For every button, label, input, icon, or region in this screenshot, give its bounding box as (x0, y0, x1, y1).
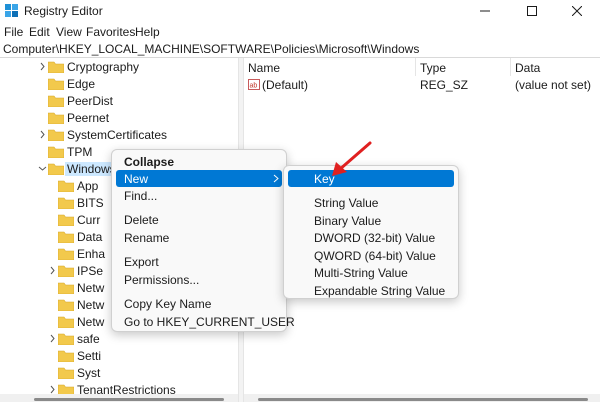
address-path: Computer\HKEY_LOCAL_MACHINE\SOFTWARE\Pol… (3, 42, 420, 56)
menu-item-permissions[interactable]: Permissions... (116, 271, 282, 288)
address-bar[interactable]: Computer\HKEY_LOCAL_MACHINE\SOFTWARE\Pol… (0, 40, 600, 58)
folder-icon (48, 61, 64, 73)
menu-favorites[interactable]: Favorites (86, 25, 135, 39)
chevron-down-icon (38, 166, 47, 171)
chevron-right-icon (40, 62, 45, 71)
menu-item-collapse[interactable]: Collapse (116, 153, 282, 170)
folder-icon (58, 197, 74, 209)
menu-bar: File Edit View Favorites Help (0, 22, 600, 40)
folder-icon (58, 333, 74, 345)
new-submenu: Key String Value Binary Value DWORD (32-… (283, 165, 459, 299)
folder-icon (58, 265, 74, 277)
chevron-right-icon (40, 130, 45, 139)
value-data: (value not set) (515, 78, 592, 92)
close-button[interactable] (554, 0, 600, 22)
menu-item-copy-key-name[interactable]: Copy Key Name (116, 295, 282, 312)
folder-icon (58, 282, 74, 294)
folder-icon (48, 78, 64, 90)
minimize-icon (480, 10, 490, 12)
folder-icon (48, 95, 64, 107)
window-title: Registry Editor (24, 4, 103, 18)
folder-icon (48, 129, 64, 141)
annotation-arrow-icon (332, 141, 372, 176)
menu-item-go-to-hkcu[interactable]: Go to HKEY_CURRENT_USER (116, 313, 295, 330)
context-menu: Collapse New Find... Delete Rename Expor… (111, 149, 295, 332)
menu-item-find[interactable]: Find... (116, 187, 282, 204)
value-name: (Default) (262, 78, 309, 92)
folder-icon (48, 146, 64, 158)
folder-open-icon (48, 163, 64, 175)
title-bar: Registry Editor (0, 0, 600, 22)
menu-help[interactable]: Help (135, 25, 160, 39)
column-header-name[interactable]: Name (244, 58, 416, 76)
submenu-item-qword-value[interactable]: QWORD (64-bit) Value (288, 247, 454, 264)
submenu-item-binary-value[interactable]: Binary Value (288, 212, 454, 229)
chevron-right-icon (50, 385, 55, 394)
chevron-right-icon (273, 174, 279, 183)
folder-icon (58, 299, 74, 311)
maximize-icon (527, 6, 537, 16)
folder-icon (58, 248, 74, 260)
menu-item-rename[interactable]: Rename (116, 229, 282, 246)
menu-item-export[interactable]: Export (116, 253, 282, 270)
column-header-data[interactable]: Data (511, 58, 600, 76)
list-scroll-thumb[interactable] (258, 398, 588, 401)
value-type: REG_SZ (420, 78, 469, 92)
string-value-icon: ab (248, 79, 260, 93)
folder-icon (58, 180, 74, 192)
submenu-item-dword-value[interactable]: DWORD (32-bit) Value (288, 229, 454, 246)
close-icon (572, 6, 582, 16)
column-header-type[interactable]: Type (416, 58, 511, 76)
submenu-item-multi-string-value[interactable]: Multi-String Value (288, 264, 454, 281)
menu-view[interactable]: View (56, 25, 82, 39)
svg-text:ab: ab (250, 83, 258, 90)
menu-item-new[interactable]: New (116, 170, 282, 187)
registry-app-icon (5, 4, 19, 18)
chevron-right-icon (50, 334, 55, 343)
submenu-item-expandable-string-value[interactable]: Expandable String Value (288, 282, 454, 299)
folder-icon (58, 231, 74, 243)
folder-icon (58, 214, 74, 226)
menu-file[interactable]: File (4, 25, 23, 39)
folder-icon (58, 350, 74, 362)
maximize-button[interactable] (509, 0, 555, 22)
tree-scroll-thumb[interactable] (34, 398, 224, 401)
chevron-right-icon (50, 266, 55, 275)
submenu-item-string-value[interactable]: String Value (288, 194, 454, 211)
folder-icon (58, 316, 74, 328)
menu-edit[interactable]: Edit (29, 25, 50, 39)
menu-item-delete[interactable]: Delete (116, 211, 282, 228)
minimize-button[interactable] (462, 0, 508, 22)
folder-icon (58, 367, 74, 379)
folder-icon (48, 112, 64, 124)
value-row-default[interactable]: ab (Default) REG_SZ (value not set) (244, 76, 600, 94)
